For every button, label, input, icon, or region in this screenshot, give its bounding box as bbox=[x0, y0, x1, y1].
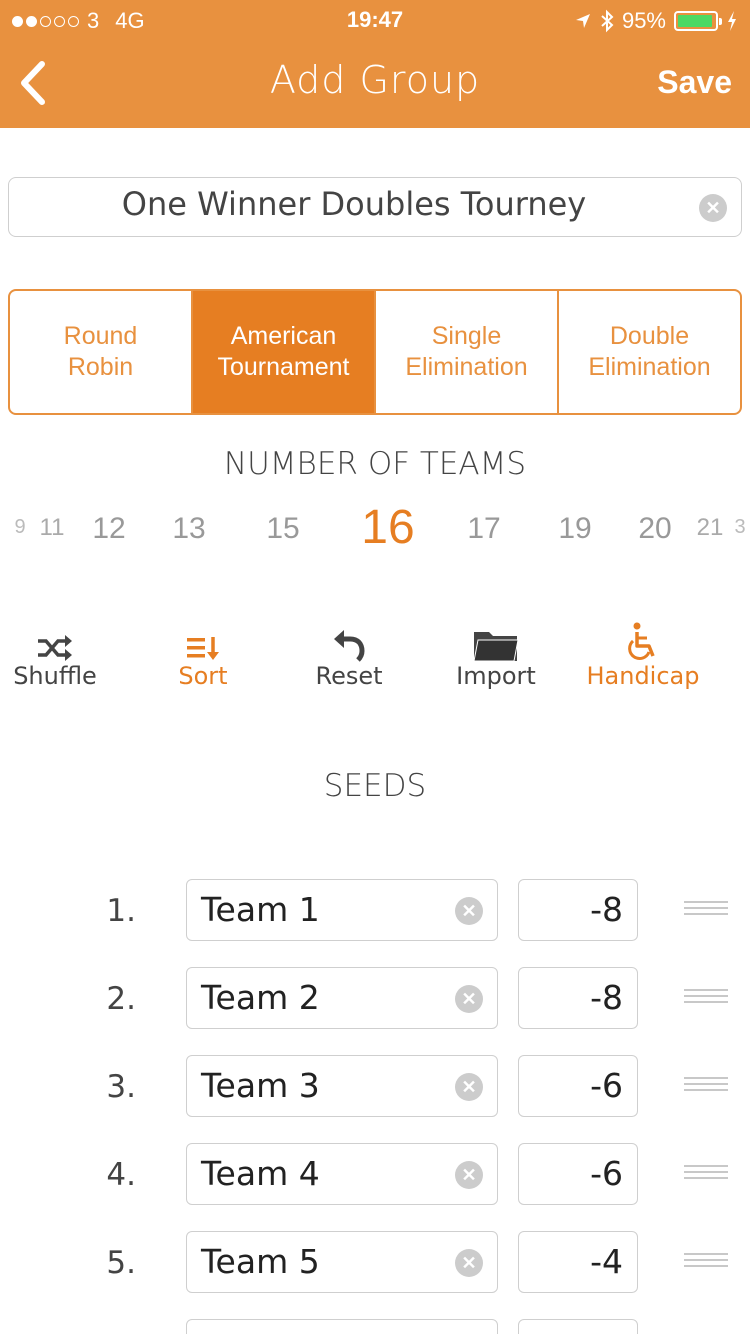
shuffle-button[interactable]: Shuffle bbox=[0, 622, 120, 690]
handicap-input[interactable]: -8 bbox=[518, 879, 638, 941]
picker-option-selected[interactable]: 16 bbox=[361, 500, 414, 555]
segment-american-tournament[interactable]: American Tournament bbox=[191, 291, 374, 413]
team-name-input[interactable]: Team 5 ✕ bbox=[186, 1231, 498, 1293]
battery-percent: 95% bbox=[621, 8, 666, 33]
seed-row: 5. Team 5 ✕ -4 bbox=[0, 1231, 750, 1293]
drag-handle-icon[interactable] bbox=[684, 1165, 728, 1183]
segment-label-line2: Robin bbox=[67, 353, 134, 381]
drag-handle-icon[interactable] bbox=[684, 901, 728, 919]
shuffle-icon bbox=[38, 635, 72, 661]
seeds-heading: SEEDS bbox=[323, 768, 427, 804]
teams-number-picker[interactable]: 9 11 12 13 15 16 17 19 20 21 3 bbox=[0, 500, 750, 556]
picker-option[interactable]: 15 bbox=[266, 512, 299, 546]
wheelchair-icon bbox=[628, 622, 655, 660]
handicap-value: -6 bbox=[590, 1154, 623, 1193]
segment-label-line2: Elimination bbox=[405, 353, 528, 381]
picker-option[interactable]: 17 bbox=[467, 512, 500, 546]
segment-label-line1: Round bbox=[63, 322, 138, 350]
sort-label: Sort bbox=[178, 662, 228, 690]
handicap-input[interactable]: -4 bbox=[518, 1231, 638, 1293]
segment-label-line1: American bbox=[230, 322, 337, 350]
handicap-value: -8 bbox=[590, 978, 623, 1017]
import-button[interactable]: Import bbox=[431, 622, 561, 690]
picker-option[interactable]: 11 bbox=[40, 514, 65, 542]
clear-team-icon[interactable]: ✕ bbox=[455, 985, 483, 1013]
bluetooth-icon bbox=[601, 9, 614, 33]
segment-label-line1: Single bbox=[431, 322, 502, 350]
page-title: Add Group bbox=[269, 58, 481, 102]
segment-single-elimination[interactable]: Single Elimination bbox=[374, 291, 557, 413]
location-arrow-icon bbox=[575, 14, 590, 28]
status-bar: 3 4G 19:47 95% bbox=[0, 0, 750, 40]
format-segmented-control: Round Robin American Tournament Single Elim… bbox=[8, 289, 742, 415]
picker-option[interactable]: 13 bbox=[172, 512, 205, 546]
folder-icon bbox=[473, 632, 519, 662]
seed-number: 4. bbox=[106, 1157, 136, 1193]
clear-team-icon[interactable]: ✕ bbox=[455, 1161, 483, 1189]
clear-team-icon[interactable]: ✕ bbox=[455, 897, 483, 925]
handicap-value: -6 bbox=[590, 1066, 623, 1105]
reset-button[interactable]: Reset bbox=[284, 622, 414, 690]
picker-option[interactable]: 20 bbox=[638, 512, 671, 546]
segment-label-line2: Elimination bbox=[588, 353, 711, 381]
number-of-teams-heading: NUMBER OF TEAMS bbox=[223, 446, 527, 482]
team-name-value: Team 1 bbox=[201, 890, 320, 929]
handicap-button[interactable]: Handicap bbox=[578, 622, 708, 690]
seed-number: 3. bbox=[106, 1069, 136, 1105]
drag-handle-icon[interactable] bbox=[684, 1253, 728, 1271]
handicap-input[interactable]: -6 bbox=[518, 1143, 638, 1205]
handicap-input[interactable]: -8 bbox=[518, 967, 638, 1029]
handicap-label: Handicap bbox=[586, 662, 700, 690]
segment-label-line2: Tournament bbox=[217, 353, 350, 381]
seed-row-partial bbox=[0, 1319, 750, 1334]
seed-row: 2. Team 2 ✕ -8 bbox=[0, 967, 750, 1029]
handicap-value: -4 bbox=[590, 1242, 623, 1281]
team-name-input[interactable]: Team 2 ✕ bbox=[186, 967, 498, 1029]
picker-option[interactable]: 12 bbox=[92, 512, 125, 546]
team-name-value: Team 5 bbox=[201, 1242, 320, 1281]
handicap-input[interactable]: -6 bbox=[518, 1055, 638, 1117]
seed-number: 5. bbox=[106, 1245, 136, 1281]
charging-bolt-icon bbox=[728, 11, 736, 31]
segment-label-line1: Double bbox=[609, 322, 690, 350]
segment-double-elimination[interactable]: Double Elimination bbox=[557, 291, 740, 413]
nav-bar: 3 4G 19:47 95% Add Group Save bbox=[0, 0, 750, 128]
group-name-input[interactable]: One Winner Doubles Tourney ✕ bbox=[8, 177, 742, 237]
team-name-input[interactable]: Team 3 ✕ bbox=[186, 1055, 498, 1117]
clear-team-icon[interactable]: ✕ bbox=[455, 1249, 483, 1277]
team-name-value: Team 2 bbox=[201, 978, 320, 1017]
reset-label: Reset bbox=[315, 662, 383, 690]
segment-round-robin[interactable]: Round Robin bbox=[10, 291, 191, 413]
seed-number: 2. bbox=[106, 981, 136, 1017]
picker-option[interactable]: 19 bbox=[558, 512, 591, 546]
sort-icon bbox=[187, 637, 219, 660]
handicap-input[interactable] bbox=[518, 1319, 638, 1334]
team-name-input[interactable]: Team 1 ✕ bbox=[186, 879, 498, 941]
undo-icon bbox=[334, 630, 365, 662]
picker-option[interactable]: 3 bbox=[734, 516, 745, 539]
shuffle-label: Shuffle bbox=[13, 662, 97, 690]
drag-handle-icon[interactable] bbox=[684, 989, 728, 1007]
seed-row: 4. Team 4 ✕ -6 bbox=[0, 1143, 750, 1205]
clear-group-name-icon[interactable]: ✕ bbox=[699, 194, 727, 222]
handicap-value: -8 bbox=[590, 890, 623, 929]
save-button[interactable]: Save bbox=[657, 64, 732, 101]
import-label: Import bbox=[456, 662, 536, 690]
drag-handle-icon[interactable] bbox=[684, 1077, 728, 1095]
seed-number: 1. bbox=[106, 893, 136, 929]
team-name-value: Team 4 bbox=[201, 1154, 320, 1193]
battery-icon bbox=[674, 11, 722, 31]
picker-option[interactable]: 9 bbox=[14, 516, 25, 539]
seed-row: 3. Team 3 ✕ -6 bbox=[0, 1055, 750, 1117]
clear-team-icon[interactable]: ✕ bbox=[455, 1073, 483, 1101]
seed-row: 1. Team 1 ✕ -8 bbox=[0, 879, 750, 941]
team-name-value: Team 3 bbox=[201, 1066, 320, 1105]
picker-option[interactable]: 21 bbox=[697, 514, 724, 542]
team-name-input[interactable]: Team 4 ✕ bbox=[186, 1143, 498, 1205]
sort-button[interactable]: Sort bbox=[138, 622, 268, 690]
team-name-input[interactable] bbox=[186, 1319, 498, 1334]
group-name-value: One Winner Doubles Tourney bbox=[121, 185, 587, 223]
